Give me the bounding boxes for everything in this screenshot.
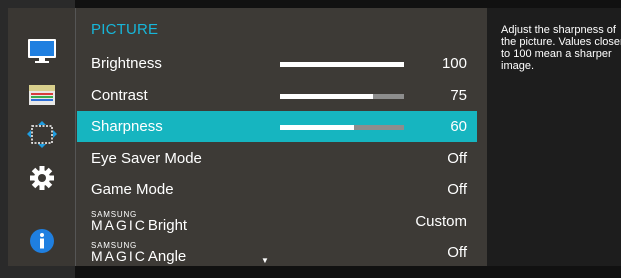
color-palette-icon[interactable] bbox=[8, 75, 75, 115]
help-panel: Adjust the sharpness of the picture. Val… bbox=[487, 8, 621, 266]
menu-item-label: Game Mode bbox=[91, 181, 174, 198]
menu-item-magic-bright[interactable]: SAMSUNG MAGIC Bright Custom bbox=[77, 206, 477, 237]
menu-item-label: Eye Saver Mode bbox=[91, 150, 202, 167]
magic-brand-logo: SAMSUNG MAGIC bbox=[91, 241, 147, 264]
menu-item-contrast[interactable]: Contrast 75 bbox=[77, 80, 477, 111]
brightness-slider[interactable] bbox=[280, 62, 404, 67]
menu-item-value: Off bbox=[447, 244, 467, 261]
slider-fill bbox=[280, 125, 355, 130]
screen-size-icon[interactable] bbox=[8, 115, 75, 155]
menu-item-label: Brightness bbox=[91, 55, 162, 72]
menu-item-label: SAMSUNG MAGIC Bright bbox=[91, 210, 188, 235]
sharpness-slider[interactable] bbox=[280, 125, 404, 130]
menu-item-eye-saver-mode[interactable]: Eye Saver Mode Off bbox=[77, 143, 477, 174]
menu-item-brightness[interactable]: Brightness 100 bbox=[77, 48, 477, 79]
menu-item-label: Sharpness bbox=[91, 118, 163, 135]
magic-brand-logo: SAMSUNG MAGIC bbox=[91, 210, 147, 233]
scroll-down-icon[interactable]: ▼ bbox=[261, 256, 269, 265]
menu-title: PICTURE bbox=[91, 21, 159, 38]
menu-item-label: Contrast bbox=[91, 87, 148, 104]
contrast-slider[interactable] bbox=[280, 94, 404, 99]
menu-item-value: Custom bbox=[415, 213, 467, 230]
menu-item-magic-angle[interactable]: SAMSUNG MAGIC Angle Off bbox=[77, 237, 477, 268]
menu-item-label: SAMSUNG MAGIC Angle bbox=[91, 241, 187, 266]
menu-item-value: 100 bbox=[441, 55, 467, 72]
picture-menu: PICTURE Brightness 100 Contrast 75 Sharp… bbox=[75, 8, 487, 266]
slider-fill bbox=[280, 62, 404, 67]
menu-item-value: Off bbox=[447, 181, 467, 198]
menu-item-sharpness[interactable]: Sharpness 60 bbox=[77, 111, 477, 142]
picture-monitor-icon[interactable] bbox=[8, 31, 75, 71]
help-text: Adjust the sharpness of the picture. Val… bbox=[501, 24, 621, 72]
menu-item-value: Off bbox=[447, 150, 467, 167]
category-sidebar bbox=[8, 8, 75, 266]
menu-item-value: 60 bbox=[450, 118, 467, 135]
information-icon[interactable] bbox=[8, 221, 75, 261]
slider-fill bbox=[280, 94, 373, 99]
menu-item-value: 75 bbox=[450, 87, 467, 104]
settings-gear-icon[interactable] bbox=[8, 158, 75, 198]
menu-item-game-mode[interactable]: Game Mode Off bbox=[77, 174, 477, 205]
